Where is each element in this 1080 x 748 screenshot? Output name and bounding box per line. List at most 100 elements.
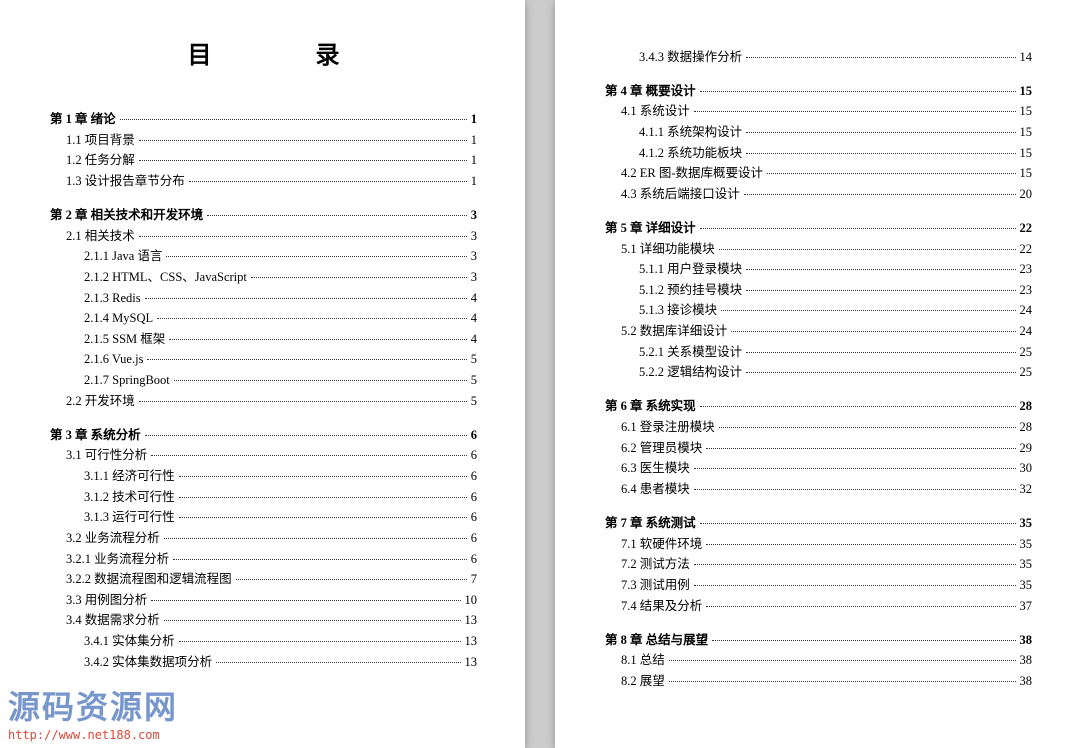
toc-entry-page: 35 <box>1020 576 1033 594</box>
toc-entry-page: 38 <box>1020 651 1033 669</box>
toc-entry: 2.1.3 Redis 4 <box>84 289 477 307</box>
toc-entry-label: 2.2 开发环境 <box>66 392 135 410</box>
toc-entry-label: 5.2 数据库详细设计 <box>621 322 727 340</box>
toc-entry-page: 29 <box>1020 439 1033 457</box>
toc-entry-page: 6 <box>471 446 477 464</box>
toc-entry-page: 3 <box>471 227 477 245</box>
toc-entry-label: 2.1.7 SpringBoot <box>84 371 170 389</box>
toc-entry: 5.2.2 逻辑结构设计25 <box>639 363 1032 381</box>
toc-leader-dots <box>767 173 1015 174</box>
toc-entry-label: 3.1.2 技术可行性 <box>84 488 175 506</box>
toc-leader-dots <box>694 489 1016 490</box>
toc-entry: 5.2 数据库详细设计24 <box>621 322 1032 340</box>
toc-entry-page: 37 <box>1020 597 1033 615</box>
toc-entry-label: 3.4.3 数据操作分析 <box>639 48 742 66</box>
toc-entry: 2.1.7 SpringBoot5 <box>84 371 477 389</box>
toc-entry-label: 5.1.2 预约挂号模块 <box>639 281 742 299</box>
toc-entry-label: 3.2.1 业务流程分析 <box>66 550 169 568</box>
toc-entry-label: 2.1.3 Redis <box>84 289 141 307</box>
toc-leader-dots <box>164 620 461 621</box>
toc-entry-page: 3 <box>471 206 477 224</box>
toc-entry-label: 7.3 测试用例 <box>621 576 690 594</box>
toc-entry: 1.1 项目背景1 <box>66 131 477 149</box>
toc-entry-label: 3.3 用例图分析 <box>66 591 147 609</box>
toc-entry-label: 5.2.2 逻辑结构设计 <box>639 363 742 381</box>
toc-entry-page: 38 <box>1020 672 1033 690</box>
toc-entry-label: 7.2 测试方法 <box>621 555 690 573</box>
toc-entry-label: 3.4.2 实体集数据项分析 <box>84 653 212 671</box>
toc-entry-page: 25 <box>1020 343 1033 361</box>
toc-entry-label: 第 3 章 系统分析 <box>50 426 141 444</box>
toc-entry-page: 15 <box>1020 102 1033 120</box>
toc-entry-page: 28 <box>1020 418 1033 436</box>
toc-entry: 7.1 软硬件环境35 <box>621 535 1032 553</box>
toc-entry-label: 第 6 章 系统实现 <box>605 397 696 415</box>
toc-entry: 7.3 测试用例 35 <box>621 576 1032 594</box>
toc-entry-label: 2.1 相关技术 <box>66 227 135 245</box>
toc-leader-dots <box>139 401 467 402</box>
toc-entry: 3.4 数据需求分析 13 <box>66 611 477 629</box>
toc-leader-dots <box>174 380 467 381</box>
toc-leader-dots <box>712 640 1015 641</box>
toc-entry: 8.2 展望 38 <box>621 672 1032 690</box>
toc-entry: 第 5 章 详细设计22 <box>605 219 1032 237</box>
toc-entry-page: 3 <box>471 268 477 286</box>
toc-entry-page: 4 <box>471 289 477 307</box>
toc-entry: 4.1 系统设计15 <box>621 102 1032 120</box>
toc-leader-dots <box>207 215 467 216</box>
toc-leader-dots <box>179 476 467 477</box>
toc-entry-page: 13 <box>465 653 478 671</box>
toc-entry: 5.1.1 用户登录模块23 <box>639 260 1032 278</box>
toc-leader-dots <box>694 564 1016 565</box>
toc-entry: 3.2.2 数据流程图和逻辑流程图7 <box>66 570 477 588</box>
toc-entry-label: 3.4 数据需求分析 <box>66 611 160 629</box>
toc-entry-page: 35 <box>1020 535 1033 553</box>
toc-entry-label: 2.1.6 Vue.js <box>84 350 143 368</box>
toc-leader-dots <box>173 559 467 560</box>
toc-leader-dots <box>179 497 467 498</box>
toc-entry-label: 7.4 结果及分析 <box>621 597 702 615</box>
toc-entry-label: 3.2 业务流程分析 <box>66 529 160 547</box>
toc-leader-dots <box>139 140 467 141</box>
toc-entry: 8.1 总结 38 <box>621 651 1032 669</box>
toc-entry: 5.2.1 关系模型设计25 <box>639 343 1032 361</box>
toc-entry-label: 6.2 管理员模块 <box>621 439 702 457</box>
toc-entry-label: 3.2.2 数据流程图和逻辑流程图 <box>66 570 232 588</box>
toc-entry-page: 23 <box>1020 260 1033 278</box>
toc-entry: 3.1 可行性分析6 <box>66 446 477 464</box>
toc-entry: 第 2 章 相关技术和开发环境3 <box>50 206 477 224</box>
toc-entry-label: 8.1 总结 <box>621 651 665 669</box>
toc-entry-page: 22 <box>1020 240 1033 258</box>
toc-leader-dots <box>719 249 1016 250</box>
toc-entry-label: 3.1.3 运行可行性 <box>84 508 175 526</box>
toc-right-column: 3.4.3 数据操作分析14第 4 章 概要设计154.1 系统设计154.1.… <box>605 48 1032 691</box>
toc-leader-dots <box>166 256 466 257</box>
toc-entry-label: 3.1.1 经济可行性 <box>84 467 175 485</box>
toc-leader-dots <box>700 228 1016 229</box>
toc-entry: 3.4.2 实体集数据项分析 13 <box>84 653 477 671</box>
toc-leader-dots <box>147 359 466 360</box>
toc-entry: 2.2 开发环境5 <box>66 392 477 410</box>
toc-leader-dots <box>189 181 467 182</box>
toc-entry-label: 8.2 展望 <box>621 672 665 690</box>
toc-leader-dots <box>746 57 1015 58</box>
toc-entry-page: 6 <box>471 488 477 506</box>
toc-entry: 2.1.5 SSM 框架4 <box>84 330 477 348</box>
toc-leader-dots <box>179 641 461 642</box>
toc-entry: 2.1.1 Java 语言3 <box>84 247 477 265</box>
toc-entry: 3.3 用例图分析 10 <box>66 591 477 609</box>
toc-entry-label: 6.3 医生模块 <box>621 459 690 477</box>
toc-leader-dots <box>700 91 1016 92</box>
toc-leader-dots <box>151 455 466 456</box>
toc-entry: 6.1 登录注册模块28 <box>621 418 1032 436</box>
toc-entry: 第 3 章 系统分析6 <box>50 426 477 444</box>
toc-entry-page: 10 <box>465 591 478 609</box>
toc-entry-label: 第 8 章 总结与展望 <box>605 631 708 649</box>
toc-entry-page: 15 <box>1020 164 1033 182</box>
toc-entry-page: 13 <box>465 611 478 629</box>
toc-entry: 4.2 ER 图-数据库概要设计15 <box>621 164 1032 182</box>
toc-entry: 5.1.2 预约挂号模块23 <box>639 281 1032 299</box>
toc-entry: 2.1 相关技术 3 <box>66 227 477 245</box>
toc-entry: 3.1.1 经济可行性6 <box>84 467 477 485</box>
toc-entry-label: 第 1 章 绪论 <box>50 110 116 128</box>
